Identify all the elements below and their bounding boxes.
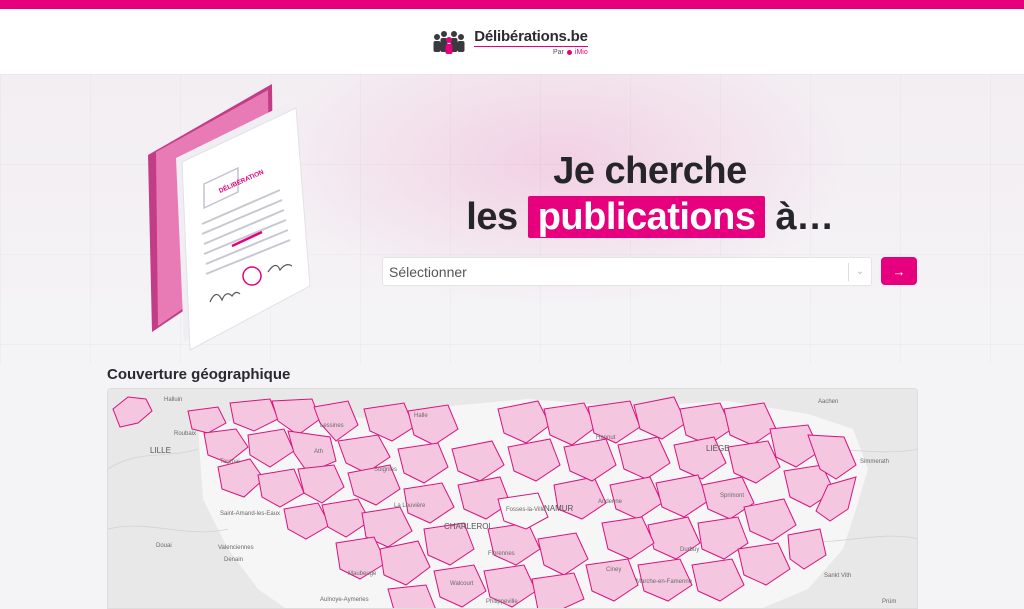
headline-line-1: Je cherche — [553, 150, 747, 192]
brand-name: Délibérations.be — [474, 27, 588, 47]
map-label-valenciennes: Valenciennes — [218, 545, 254, 551]
arrow-right-icon: → — [892, 263, 906, 279]
map-label-charleroi: CHARLEROI — [444, 522, 491, 531]
map-label-durbuy: Durbuy — [680, 547, 699, 553]
map-label-denain: Denain — [224, 557, 243, 563]
map-label-ciney: Ciney — [606, 567, 621, 573]
map-label-halluin: Halluin — [164, 397, 182, 403]
headline-prefix: les — [466, 196, 518, 238]
hero-headline: Je cherche les publications à… — [420, 148, 880, 240]
headline-suffix: à… — [775, 196, 835, 238]
map-label-soignies: Soignies — [374, 467, 397, 473]
brand-top-bar — [0, 0, 1024, 9]
deliberation-document-illustration: DÉLIBÉRATION — [148, 84, 311, 351]
map-label-hannut: Hannut — [596, 435, 616, 441]
map-label-aachen: Aachen — [818, 399, 838, 405]
site-logo[interactable]: Délibérations.be Par iMio — [432, 28, 588, 56]
map-label-tournai: Tournai — [220, 459, 240, 465]
map-label-lille: LILLE — [150, 446, 171, 455]
search-submit-button[interactable]: → — [881, 257, 917, 285]
chevron-down-icon[interactable]: ⌄ — [849, 266, 871, 277]
commune-select[interactable]: Sélectionner ⌄ — [382, 257, 872, 286]
commune-select-placeholder: Sélectionner — [389, 263, 467, 280]
map-label-saint-vith: Sankt Vith — [824, 573, 851, 579]
map-label-prum: Prüm — [882, 599, 896, 605]
map-label-roubaix: Roubaix — [174, 431, 196, 437]
coverage-map[interactable]: Halluin Roubaix LILLE Tournai Saint-Aman… — [107, 388, 918, 609]
map-label-maubeuge: Maubeuge — [348, 571, 377, 577]
map-label-marche: Marche-en-Famenne — [636, 579, 693, 585]
map-label-liege: LIÈGE — [706, 444, 730, 453]
coverage-map-canvas: Halluin Roubaix LILLE Tournai Saint-Aman… — [108, 389, 917, 608]
brand-sub-name: iMio — [574, 48, 588, 56]
map-label-sprimont: Sprimont — [720, 493, 744, 499]
map-label-aulnoye: Aulnoye-Aymeries — [320, 597, 369, 603]
imio-dot-icon — [566, 49, 572, 55]
map-label-fosses: Fosses-la-Ville — [506, 507, 546, 513]
map-label-saint-amand: Saint-Amand-les-Eaux — [220, 511, 280, 517]
map-label-douai: Douai — [156, 543, 172, 549]
brand-subline: Par iMio — [553, 49, 588, 56]
map-label-ath: Ath — [314, 449, 323, 455]
map-label-lessines: Lessines — [320, 423, 344, 429]
map-label-simmerath: Simmerath — [860, 459, 889, 465]
people-group-icon — [433, 30, 465, 54]
map-label-andenne: Andenne — [598, 499, 623, 505]
map-label-namur: NAMUR — [544, 504, 574, 513]
map-label-la-louviere: La Louvière — [394, 503, 426, 509]
brand-sub-prefix: Par — [553, 48, 564, 56]
map-label-florennes: Florennes — [488, 551, 515, 557]
map-label-walcourt: Walcourt — [450, 581, 474, 587]
coverage-title: Couverture géographique — [107, 366, 291, 383]
map-label-philippeville: Philippeville — [486, 599, 518, 605]
headline-highlight: publications — [527, 196, 766, 238]
site-header: Délibérations.be Par iMio — [0, 9, 1024, 74]
map-label-halle: Halle — [414, 413, 428, 419]
